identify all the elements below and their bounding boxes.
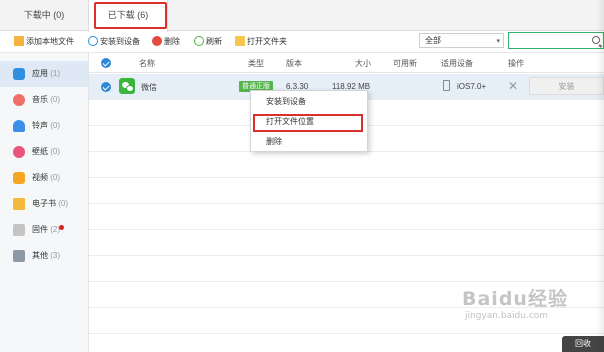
sidebar-item-videos[interactable]: 视频 (0) xyxy=(0,165,88,191)
header-type[interactable]: 类型 xyxy=(248,58,264,69)
header-version[interactable]: 版本 xyxy=(286,58,302,69)
sidebar-item-label: 铃声 xyxy=(32,121,48,130)
sidebar-item-ebooks[interactable]: 电子书 (0) xyxy=(0,191,88,217)
install-button[interactable]: 安装 xyxy=(529,77,604,95)
sidebar-item-label: 应用 xyxy=(32,69,48,78)
sidebar-item-apps[interactable]: 应用 (1) xyxy=(0,61,88,87)
row-checkbox[interactable] xyxy=(101,82,111,92)
sidebar-item-label: 其他 xyxy=(32,251,48,260)
table-row-empty xyxy=(89,178,604,204)
refresh-button[interactable]: 刷新 xyxy=(194,36,222,48)
install-to-device-label: 安装到设备 xyxy=(100,37,140,46)
open-folder-button[interactable]: 打开文件夹 xyxy=(235,36,287,48)
baidu-watermark: Baidu经验 jingyan.baidu.com xyxy=(462,284,568,321)
music-icon xyxy=(13,94,25,106)
refresh-icon xyxy=(194,36,204,46)
sidebar-item-label: 视频 xyxy=(32,173,48,182)
sidebar-item-music[interactable]: 音乐 (0) xyxy=(0,87,88,113)
search-input[interactable] xyxy=(508,32,604,49)
chevron-down-icon: ▾ xyxy=(496,38,500,45)
header-size[interactable]: 大小 xyxy=(355,58,371,69)
notification-dot xyxy=(59,225,64,230)
sidebar-item-label: 固件 xyxy=(32,225,48,234)
add-file-icon xyxy=(14,36,24,46)
delete-icon xyxy=(152,36,162,46)
sidebar-item-wallpapers[interactable]: 壁纸 (0) xyxy=(0,139,88,165)
tab-highlight-frame xyxy=(94,2,167,29)
video-icon xyxy=(13,172,25,184)
header-action: 操作 xyxy=(508,59,524,68)
close-icon[interactable]: ✕ xyxy=(508,79,518,93)
add-local-file-button[interactable]: 添加本地文件 xyxy=(14,36,74,48)
sidebar-item-count: (3) xyxy=(50,251,61,260)
table-row-empty xyxy=(89,256,604,282)
tab-downloading[interactable]: 下载中 (0) xyxy=(0,0,88,31)
open-folder-label: 打开文件夹 xyxy=(247,37,287,46)
bell-icon xyxy=(13,120,25,132)
sidebar-item-count: (0) xyxy=(50,121,61,130)
header-compatible-device[interactable]: 适用设备 xyxy=(441,58,473,69)
sidebar-item-count: (0) xyxy=(50,173,61,182)
compatible-ios: iOS7.0+ xyxy=(457,82,487,91)
menu-item-delete[interactable]: 删除 xyxy=(251,132,367,152)
delete-button[interactable]: 删除 xyxy=(152,36,180,48)
ebook-icon xyxy=(13,198,25,210)
sidebar-item-firmware[interactable]: 固件 (2) xyxy=(0,217,88,243)
table-header: 名称 类型 版本 大小 可用新 适用设备 操作 xyxy=(89,53,604,73)
category-filter-select[interactable]: 全部 ▾ xyxy=(419,33,504,48)
sidebar-item-count: (1) xyxy=(50,69,61,78)
sidebar-item-other[interactable]: 其他 (3) xyxy=(0,243,88,269)
table-row-empty xyxy=(89,152,604,178)
window-edge-shadow xyxy=(596,0,604,352)
sidebar-item-label: 壁纸 xyxy=(32,147,48,156)
sidebar-item-label: 电子书 xyxy=(32,199,56,208)
select-all-checkbox[interactable] xyxy=(101,58,111,68)
other-icon xyxy=(13,250,25,262)
watermark-url: jingyan.baidu.com xyxy=(465,311,549,321)
menu-item-install-to-device[interactable]: 安装到设备 xyxy=(251,92,367,112)
install-to-device-button[interactable]: 安装到设备 xyxy=(88,36,140,48)
table-row-empty xyxy=(89,204,604,230)
firmware-icon xyxy=(13,224,25,236)
sidebar-item-count: (0) xyxy=(50,95,61,104)
filter-value: 全部 xyxy=(425,36,441,45)
wechat-app-icon xyxy=(119,78,135,94)
sidebar-item-label: 音乐 xyxy=(32,95,48,104)
sidebar: 应用 (1) 音乐 (0) 铃声 (0) 壁纸 (0) 视频 (0) 电子书 (… xyxy=(0,53,89,352)
wallpaper-icon xyxy=(13,146,25,158)
install-icon xyxy=(88,36,98,46)
app-store-icon xyxy=(13,68,25,80)
menu-highlight-frame xyxy=(253,114,363,132)
refresh-label: 刷新 xyxy=(206,37,222,46)
delete-label: 删除 xyxy=(164,37,180,46)
sidebar-item-count: (0) xyxy=(58,199,69,208)
header-available[interactable]: 可用新 xyxy=(393,58,417,69)
table-row-empty xyxy=(89,230,604,256)
sidebar-item-ringtones[interactable]: 铃声 (0) xyxy=(0,113,88,139)
sidebar-item-count: (0) xyxy=(50,147,61,156)
app-name: 微信 xyxy=(141,83,157,92)
watermark-logo-text: Baidu经验 xyxy=(462,288,568,310)
phone-icon xyxy=(443,80,450,91)
add-local-file-label: 添加本地文件 xyxy=(26,37,74,46)
header-name[interactable]: 名称 xyxy=(139,58,155,69)
folder-icon xyxy=(235,36,245,46)
tab-bar: 下载中 (0) 已下载 (6) xyxy=(0,0,604,32)
